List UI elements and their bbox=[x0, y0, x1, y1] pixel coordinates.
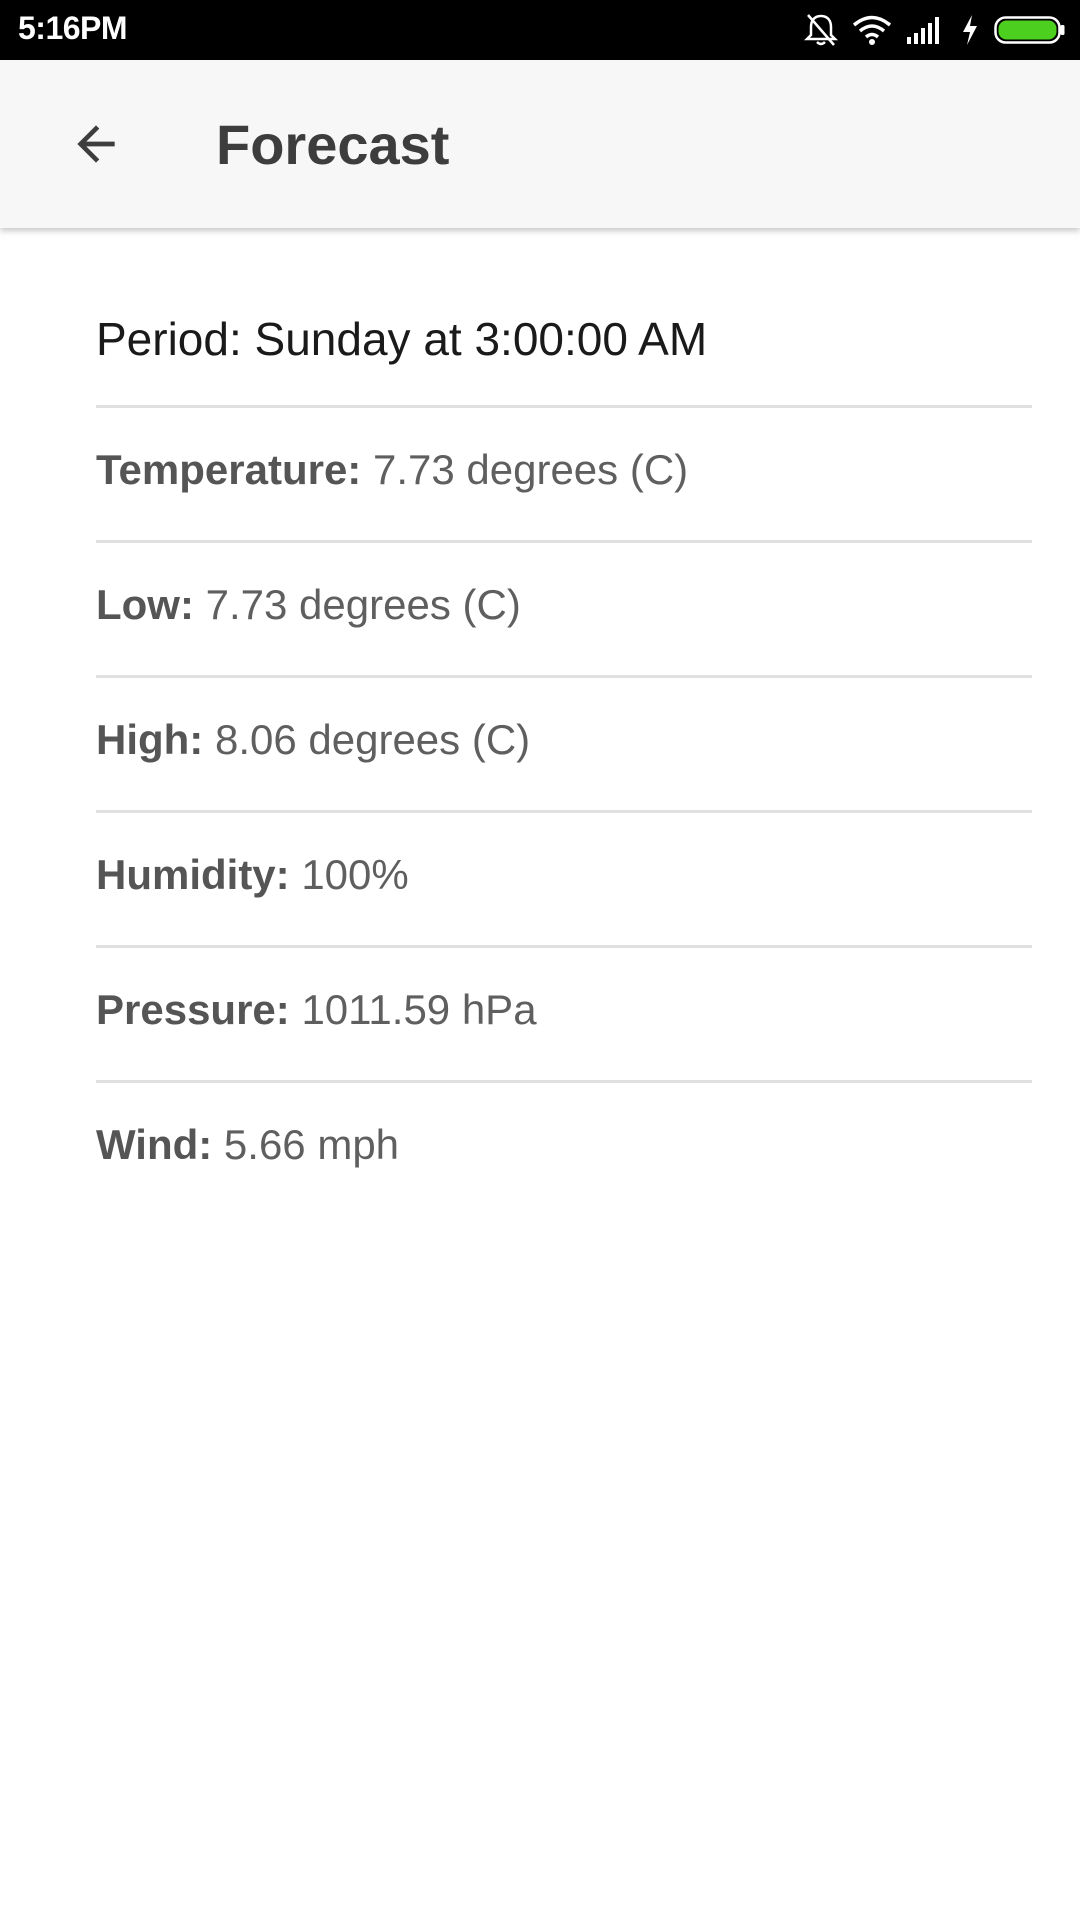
detail-label: Wind: bbox=[96, 1121, 213, 1168]
detail-row-pressure: Pressure: 1011.59 hPa bbox=[96, 948, 1032, 1083]
battery-icon bbox=[994, 14, 1066, 46]
wifi-icon bbox=[852, 14, 892, 46]
charging-bolt-icon bbox=[960, 14, 980, 46]
detail-value: 5.66 mph bbox=[223, 1121, 400, 1168]
detail-value: 7.73 degrees (C) bbox=[205, 581, 521, 628]
status-time: 5:16PM bbox=[18, 10, 128, 46]
detail-value: 100% bbox=[301, 851, 409, 898]
detail-row-high: High: 8.06 degrees (C) bbox=[96, 678, 1032, 813]
period-heading: Period: Sunday at 3:00:00 AM bbox=[96, 228, 1032, 408]
detail-label: Humidity: bbox=[96, 851, 290, 898]
arrow-back-icon bbox=[77, 125, 115, 163]
detail-value: 7.73 degrees (C) bbox=[372, 446, 689, 493]
detail-row-temperature: Temperature: 7.73 degrees (C) bbox=[96, 408, 1032, 543]
detail-label: Low: bbox=[96, 581, 194, 628]
app-bar: Forecast bbox=[0, 60, 1080, 228]
detail-row-low: Low: 7.73 degrees (C) bbox=[96, 543, 1032, 678]
detail-value: 8.06 degrees (C) bbox=[214, 716, 531, 763]
status-icons bbox=[804, 0, 1066, 60]
status-bar: 5:16PM bbox=[0, 0, 1080, 60]
detail-label: Temperature: bbox=[96, 446, 362, 493]
detail-row-humidity: Humidity: 100% bbox=[96, 813, 1032, 948]
back-button[interactable] bbox=[48, 96, 144, 192]
detail-label: Pressure: bbox=[96, 986, 290, 1033]
signal-icon bbox=[906, 15, 946, 45]
detail-label: High: bbox=[96, 716, 204, 763]
forecast-detail: Period: Sunday at 3:00:00 AM Temperature… bbox=[96, 228, 1032, 1218]
detail-value: 1011.59 hPa bbox=[301, 986, 537, 1033]
page-title: Forecast bbox=[216, 113, 450, 176]
detail-row-wind: Wind: 5.66 mph bbox=[96, 1083, 1032, 1218]
bell-off-icon bbox=[804, 12, 838, 48]
